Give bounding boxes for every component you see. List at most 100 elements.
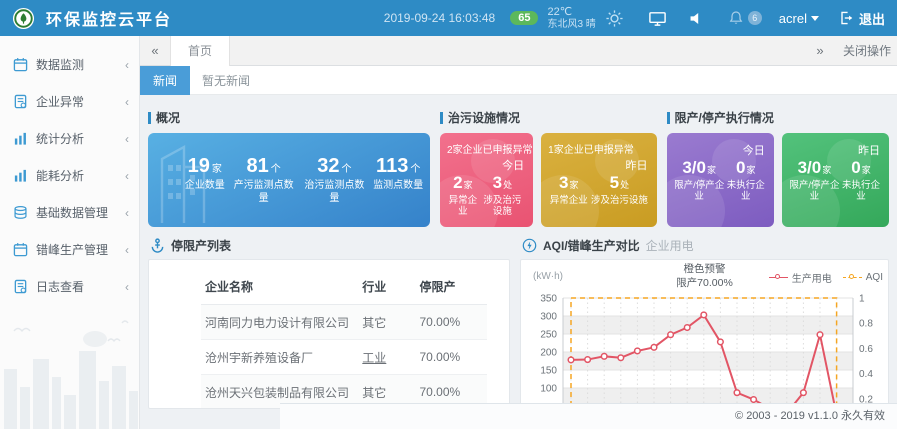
overview-stats: 19家企业数量81个产污监测点数量32个治污监测点数量113个监测点数量 <box>178 155 430 205</box>
sidebar-item-label: 企业异常 <box>36 93 117 110</box>
stat-label: 异常企业 <box>447 195 479 218</box>
sidebar-item-企业异常[interactable]: 企业异常 ‹ <box>0 83 139 120</box>
sidebar-item-基础数据管理[interactable]: 基础数据管理‹ <box>0 194 139 231</box>
flash-circle-icon <box>522 238 537 253</box>
legend-item-生产用电[interactable]: 生产用电 <box>769 270 832 285</box>
stat-value: 0家 <box>725 159 767 178</box>
card-period-label: 昨日 <box>548 157 647 173</box>
app-logo-icon <box>12 7 35 30</box>
footer: © 2003 - 2019 v1.1.0 永久有效 <box>280 403 897 429</box>
tab-home[interactable]: 首页 <box>170 36 230 66</box>
copyright-label: © 2003 - 2019 v1.1.0 永久有效 <box>735 410 885 422</box>
stat-value: 3/0家 <box>674 159 725 178</box>
svg-text:1: 1 <box>859 294 865 305</box>
card-headline: 1家企业已申报异常 <box>548 141 649 156</box>
status-card-gold[interactable]: 1家企业已申报异常昨日3家异常企业5处涉及治污设施 <box>541 133 656 227</box>
tabs-scroll-right-button[interactable]: » <box>805 43 835 58</box>
bar-chart-icon <box>13 168 28 183</box>
percent-cell: 70.00% <box>415 340 487 375</box>
calendar-icon <box>13 242 28 257</box>
legend-marker-icon <box>769 274 788 281</box>
user-menu[interactable]: acrel <box>779 11 819 26</box>
tabs-scroll-left-button[interactable]: « <box>140 43 170 58</box>
stat-label: 涉及治污设施 <box>591 195 648 206</box>
document-icon <box>13 279 28 294</box>
stat-unit: 家 <box>746 165 755 175</box>
legend-circle <box>849 274 854 279</box>
notification-count-badge: 6 <box>748 11 762 25</box>
stat-value: 3/0家 <box>789 159 840 178</box>
sidebar-item-日志查看[interactable]: 日志查看‹ <box>0 268 139 305</box>
aqi-chart-section: AQI/错峰生产对比 企业用电 (kW·h) 橙色预警 限产70.00% 生产用… <box>520 235 889 409</box>
svg-text:100: 100 <box>540 384 557 395</box>
stat-value: 2家 <box>447 174 479 193</box>
svg-text:0.8: 0.8 <box>859 319 873 330</box>
status-card-green[interactable]: 昨日3/0家限产/停产企业0家未执行企业 <box>782 133 889 227</box>
status-card-pink[interactable]: 2家企业已申报异常今日2家异常企业3处涉及治污设施 <box>440 133 533 227</box>
production-cards: 今日3/0家限产/停产企业0家未执行企业昨日3/0家限产/停产企业0家未执行企业 <box>667 133 889 227</box>
sidebar-item-label: 能耗分析 <box>36 167 117 184</box>
speaker-icon[interactable] <box>687 8 707 28</box>
section-treatment: 治污设施情况 2家企业已申报异常今日2家异常企业3处涉及治污设施1家企业已申报异… <box>440 109 657 227</box>
treatment-section-header: 治污设施情况 <box>440 109 657 126</box>
industry-cell[interactable]: 工业 <box>358 340 415 375</box>
notifications-button[interactable]: 6 <box>726 8 762 28</box>
sidebar-item-能耗分析[interactable]: 能耗分析‹ <box>0 157 139 194</box>
sidebar-item-统计分析[interactable]: 统计分析‹ <box>0 120 139 157</box>
stat-unit: 个 <box>271 164 281 175</box>
stat-unit: 家 <box>212 164 222 175</box>
section-accent-bar <box>667 112 670 124</box>
aqi-chart-header: AQI/错峰生产对比 企业用电 <box>522 235 889 255</box>
stat-unit: 个 <box>342 164 352 175</box>
warning-annotation: 橙色预警 限产70.00% <box>676 263 733 290</box>
warning-line2: 限产70.00% <box>676 277 733 291</box>
monitor-icon[interactable] <box>648 8 668 28</box>
section-accent-bar <box>440 112 443 124</box>
sidebar-item-错峰生产管理[interactable]: 错峰生产管理‹ <box>0 231 139 268</box>
stat-label: 异常企业 <box>550 195 588 206</box>
tab-bar: « 首页 » 关闭操作 <box>140 36 897 66</box>
stat-item: 0家未执行企业 <box>840 159 882 202</box>
overview-card[interactable]: 19家企业数量81个产污监测点数量32个治污监测点数量113个监测点数量 <box>148 133 430 227</box>
legend-item-AQI[interactable]: AQI <box>843 270 883 285</box>
temperature-label: 22℃ <box>547 6 595 19</box>
status-card-purple[interactable]: 今日3/0家限产/停产企业0家未执行企业 <box>667 133 774 227</box>
news-ticker: 新闻 暂无新闻 <box>140 66 897 95</box>
card-period-label: 昨日 <box>789 142 880 158</box>
weather-widget: 22℃ 东北风3 晴 <box>547 6 595 30</box>
svg-text:350: 350 <box>540 294 557 305</box>
logout-icon <box>838 10 854 26</box>
stat-label: 未执行企业 <box>840 180 882 203</box>
table-row[interactable]: 河南同力电力设计有限公司其它70.00% <box>201 305 487 340</box>
legend-label: 生产用电 <box>792 270 832 285</box>
stats-row: 概况 19家企业数量81个产污监测点数量32个治污监测点数量113个监测点数量 <box>148 109 889 227</box>
production-section-header: 限产/停产执行情况 <box>667 109 889 126</box>
username-label: acrel <box>779 11 807 26</box>
stat-label: 产污监测点数量 <box>232 180 296 205</box>
sidebar-item-label: 日志查看 <box>36 278 117 295</box>
section-overview: 概况 19家企业数量81个产污监测点数量32个治污监测点数量113个监测点数量 <box>148 109 430 227</box>
limit-list-panel: 企业名称行业停限产 河南同力电力设计有限公司其它70.00%沧州宇新养殖设备厂工… <box>148 259 510 409</box>
stat-item: 5处涉及治污设施 <box>591 174 648 206</box>
legend-marker-icon <box>843 274 862 281</box>
card-period-label: 今日 <box>674 142 765 158</box>
close-operations-button[interactable]: 关闭操作 <box>835 42 897 59</box>
sidebar-item-数据监测[interactable]: 数据监测 ‹ <box>0 46 139 83</box>
column-header: 行业 <box>358 272 415 305</box>
news-label[interactable]: 新闻 <box>140 66 190 95</box>
aqi-chart-title: AQI/错峰生产对比 <box>543 237 640 254</box>
overview-section-title: 概况 <box>156 109 180 126</box>
sidebar-item-label: 数据监测 <box>36 56 117 73</box>
chart-legend: 生产用电 AQI <box>769 270 883 285</box>
logout-button[interactable]: 退出 <box>838 9 885 28</box>
sidebar-menu: 数据监测 ‹ 企业异常 ‹ 统计分析‹能耗分析‹基础数据管理‹错峰生产管理‹日志查看‹ <box>0 46 139 305</box>
table-row[interactable]: 沧州宇新养殖设备厂工业70.00% <box>201 340 487 375</box>
stat-item: 3/0家限产/停产企业 <box>674 159 725 202</box>
sun-weather-icon[interactable] <box>605 8 625 28</box>
card-stats: 3/0家限产/停产企业0家未执行企业 <box>674 159 767 202</box>
stat-item: 0家未执行企业 <box>725 159 767 202</box>
collapse-chevron-icon: ‹ <box>125 58 129 72</box>
collapse-chevron-icon: ‹ <box>125 95 129 109</box>
aqi-badge[interactable]: 65 <box>510 11 538 25</box>
stat-item: 19家企业数量 <box>185 155 225 205</box>
